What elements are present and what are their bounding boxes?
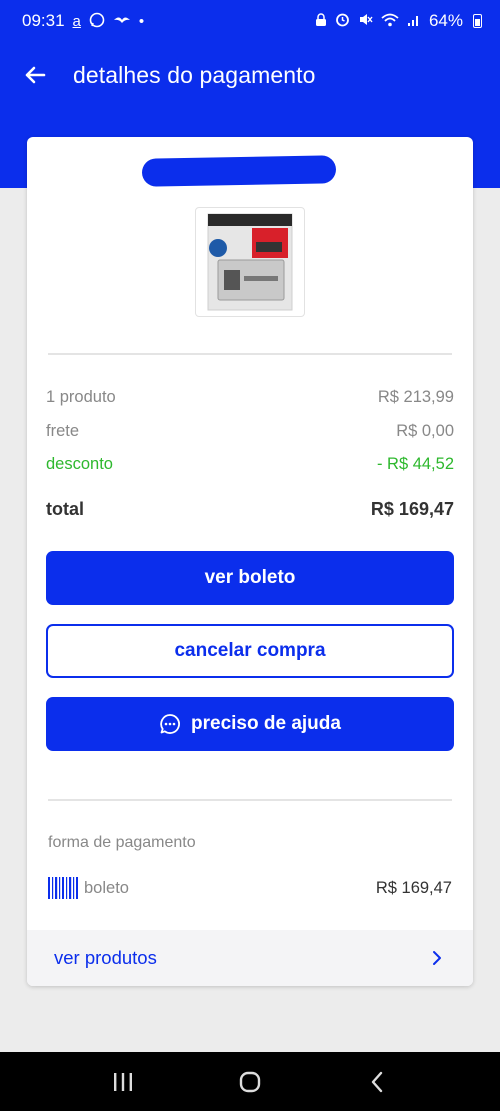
total-label: total <box>46 499 84 519</box>
back-button[interactable] <box>20 60 50 90</box>
recent-apps-icon <box>114 1072 133 1091</box>
discount-row: desconto - R$ 44,52 <box>46 455 454 474</box>
ssd-package-image <box>207 213 293 311</box>
products-row: 1 produto R$ 213,99 <box>46 388 454 407</box>
arrow-left-icon <box>25 66 46 84</box>
products-label: 1 produto <box>46 388 116 406</box>
status-time: 09:31 <box>22 11 65 30</box>
discount-value: - R$ 44,52 <box>376 455 454 473</box>
home-button[interactable] <box>230 1062 270 1102</box>
dot-icon: • <box>138 12 145 30</box>
shipping-row: frete R$ 0,00 <box>46 422 454 441</box>
divider-bottom <box>48 799 452 801</box>
wifi-icon <box>381 13 399 30</box>
home-icon <box>239 1071 261 1092</box>
cancel-purchase-button[interactable]: cancelar compra <box>46 624 454 678</box>
redacted-store-name <box>141 155 337 187</box>
status-left: 09:31 a • <box>22 11 144 31</box>
payment-amount: R$ 169,47 <box>375 878 452 897</box>
chevron-right-icon <box>433 951 441 965</box>
payment-method: boleto <box>48 877 129 899</box>
recent-apps-button[interactable] <box>103 1062 143 1102</box>
chevron-left-icon <box>371 1071 382 1092</box>
signal-icon <box>407 13 421 30</box>
view-boleto-button[interactable]: ver boleto <box>46 551 454 605</box>
products-value: R$ 213,99 <box>377 388 454 406</box>
payment-method-heading: forma de pagamento <box>48 834 196 851</box>
total-row: total R$ 169,47 <box>46 499 454 520</box>
bird-icon <box>113 13 131 30</box>
battery-percent: 64% <box>428 11 463 30</box>
divider-top <box>48 353 452 355</box>
lock-icon <box>315 12 327 30</box>
mute-icon <box>358 12 373 30</box>
status-right: 64% <box>315 11 482 31</box>
whatsapp-icon <box>89 12 105 31</box>
view-products-label: ver produtos <box>54 947 157 968</box>
page-title: detalhes do pagamento <box>73 62 316 88</box>
alarm-icon <box>335 12 350 30</box>
chat-bubble-icon <box>160 714 180 734</box>
need-help-label: preciso de ajuda <box>191 713 341 734</box>
system-nav-bar <box>0 1052 500 1111</box>
payment-method-name: boleto <box>84 878 129 897</box>
a-icon: a <box>72 12 81 30</box>
cancel-purchase-label: cancelar compra <box>174 640 326 661</box>
payment-method-row: boleto R$ 169,47 <box>48 876 452 900</box>
battery-icon <box>473 14 482 28</box>
status-bar: 09:31 a • 64% <box>0 0 500 42</box>
product-image[interactable] <box>195 207 305 317</box>
shipping-label: frete <box>46 422 80 440</box>
view-boleto-label: ver boleto <box>204 567 296 588</box>
view-products-link[interactable]: ver produtos <box>27 930 473 986</box>
need-help-button[interactable]: preciso de ajuda <box>46 697 454 751</box>
shipping-value: R$ 0,00 <box>396 422 454 440</box>
total-value: R$ 169,47 <box>370 499 454 519</box>
discount-label: desconto <box>46 455 113 473</box>
barcode-icon <box>48 877 78 899</box>
back-nav-button[interactable] <box>357 1062 397 1102</box>
payment-details-card: 1 produto R$ 213,99 frete R$ 0,00 descon… <box>27 137 473 986</box>
